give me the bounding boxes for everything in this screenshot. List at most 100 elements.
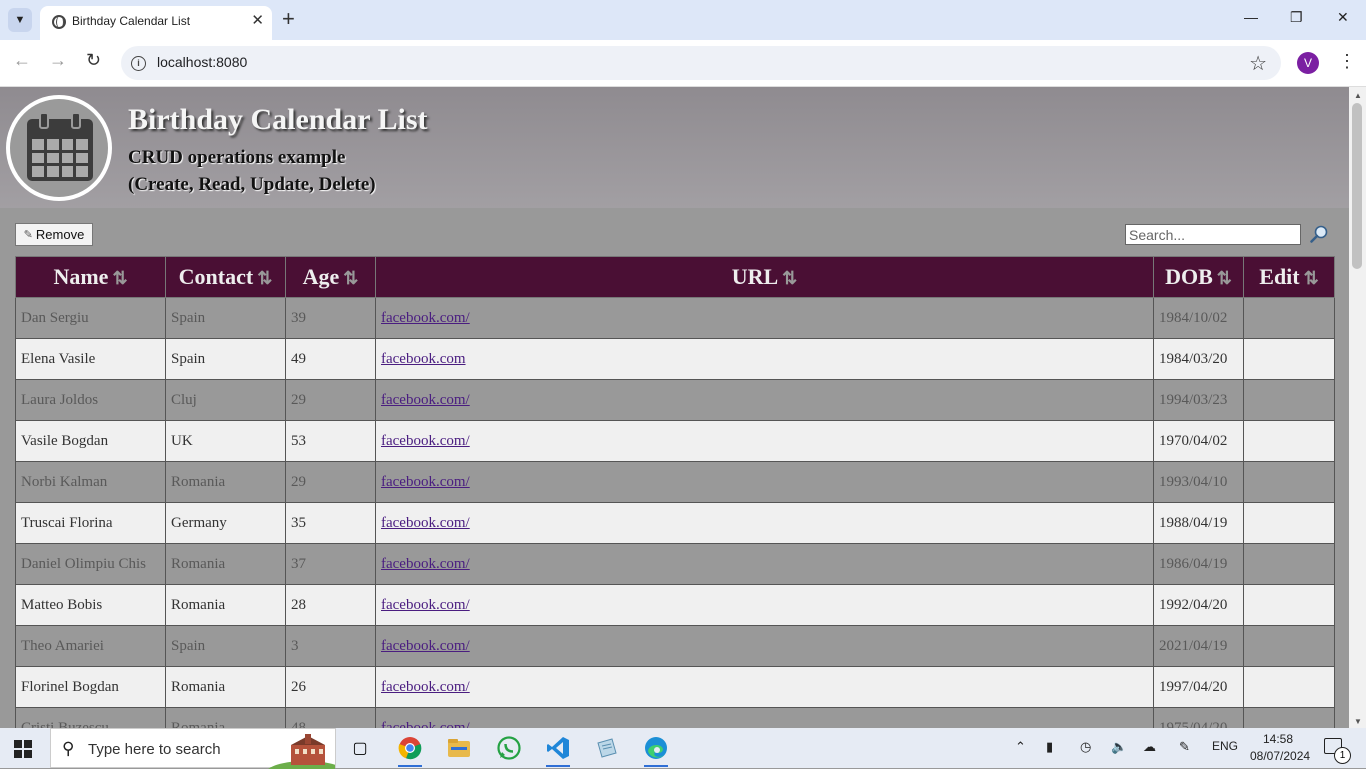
cell-age: 3 [285,625,376,667]
cell-url: facebook.com/ [375,297,1154,339]
column-header-url[interactable]: URL ⇅ [375,256,1154,298]
whatsapp-icon[interactable] [495,734,523,762]
remove-button[interactable]: ✎ Remove [15,223,93,246]
cell-name: Theo Amariei [15,625,166,667]
volume-icon[interactable]: 🔈 [1111,739,1127,755]
cell-age: 53 [285,420,376,462]
table-row[interactable]: Norbi Kalman Romania 29 facebook.com/1993/0… [15,461,1335,503]
cell-url: facebook.com/ [375,666,1154,708]
table-row[interactable]: Daniel Olimpiu Chis Romania 37 facebook.com… [15,543,1335,585]
pencil-icon: ✎ [23,229,33,241]
task-view-icon[interactable]: ▢ [346,734,374,762]
cell-edit[interactable] [1243,584,1335,626]
edge-icon[interactable] [642,734,670,767]
onedrive-icon[interactable]: ☁ [1143,739,1156,755]
table-row[interactable]: Dan Sergiu Spain 39 facebook.com/1984/10/02 [15,297,1335,339]
restore-button[interactable]: ❐ [1290,9,1303,26]
profile-link[interactable]: facebook.com/ [381,597,470,613]
wifi-icon[interactable]: ◷ [1080,739,1091,755]
bookmark-star-icon[interactable]: ☆ [1249,51,1267,76]
table-row[interactable]: Matteo Bobis Romania 28 facebook.com/1992/0… [15,584,1335,626]
cell-dob: 1986/04/19 [1153,543,1244,585]
profile-link[interactable]: facebook.com/ [381,433,470,449]
profile-link[interactable]: facebook.com/ [381,556,470,572]
table-row[interactable]: Laura Joldos Cluj 29 facebook.com/1994/03/2… [15,379,1335,421]
column-header-contact[interactable]: Contact ⇅ [165,256,286,298]
cell-dob: 1975/04/20 [1153,707,1244,728]
battery-icon[interactable]: ▮ [1046,739,1053,755]
cell-dob: 1994/03/23 [1153,379,1244,421]
cell-url: facebook.com/ [375,584,1154,626]
profile-link[interactable]: facebook.com/ [381,515,470,531]
notepad-icon[interactable] [593,734,621,762]
clock[interactable]: 14:58 08/07/2024 [1250,731,1310,765]
cell-edit[interactable] [1243,707,1335,728]
profile-link[interactable]: facebook.com/ [381,638,470,654]
cell-contact: Romania [165,584,286,626]
tab-search-button[interactable]: ▼ [8,8,32,32]
new-tab-button[interactable]: + [282,8,295,30]
table-row[interactable]: Cristi Buzescu Romania 48 facebook.com/1975… [15,707,1335,729]
pen-icon[interactable]: ✎ [1179,739,1190,755]
column-header-age[interactable]: Age ⇅ [285,256,376,298]
cell-edit[interactable] [1243,666,1335,708]
close-window-button[interactable]: ✕ [1337,9,1349,26]
column-header-dob[interactable]: DOB ⇅ [1153,256,1244,298]
cell-edit[interactable] [1243,338,1335,380]
cell-edit[interactable] [1243,297,1335,339]
table-row[interactable]: Elena Vasile Spain 49 facebook.com 1984/03/2… [15,338,1335,380]
cell-contact: UK [165,420,286,462]
page-scrollbar[interactable]: ▲ ▼ [1349,87,1366,728]
vscode-icon[interactable] [544,734,572,767]
scroll-thumb[interactable] [1352,103,1362,269]
column-header-edit[interactable]: Edit ⇅ [1243,256,1335,298]
cell-dob: 1997/04/20 [1153,666,1244,708]
table-row[interactable]: Theo Amariei Spain 3 facebook.com/2021/04/1… [15,625,1335,667]
taskbar-search-box[interactable]: ⚲ Type here to search [50,728,336,769]
file-explorer-icon[interactable] [445,734,473,762]
sort-icon: ⇅ [1216,268,1232,288]
scroll-down-arrow[interactable]: ▼ [1354,717,1362,726]
cell-edit[interactable] [1243,625,1335,667]
back-button[interactable]: ← [13,50,31,71]
cell-contact: Romania [165,543,286,585]
profile-link[interactable]: facebook.com [381,351,466,367]
cell-url: facebook.com [375,338,1154,380]
table-row[interactable]: Florinel Bogdan Romania 26 facebook.com/199… [15,666,1335,708]
windows-start-icon[interactable] [14,740,32,758]
browser-tab[interactable]: Birthday Calendar List ✕ [40,6,272,40]
cell-age: 28 [285,584,376,626]
cell-edit[interactable] [1243,461,1335,503]
profile-link[interactable]: facebook.com/ [381,474,470,490]
search-icon[interactable] [1310,225,1328,243]
table-row[interactable]: Truscai Florina Germany 35 facebook.com/198… [15,502,1335,544]
tab-close-icon[interactable]: ✕ [251,11,264,29]
column-header-name[interactable]: Name ⇅ [15,256,166,298]
cell-edit[interactable] [1243,379,1335,421]
cell-url: facebook.com/ [375,502,1154,544]
minimize-button[interactable]: — [1244,9,1258,25]
sort-icon: ⇅ [343,268,359,288]
reload-button[interactable]: ↻ [86,50,101,71]
forward-button[interactable]: → [49,50,67,71]
cell-edit[interactable] [1243,502,1335,544]
profile-link[interactable]: facebook.com/ [381,310,470,326]
table-row[interactable]: Vasile Bogdan UK 53 facebook.com/1970/04/02 [15,420,1335,462]
profile-link[interactable]: facebook.com/ [381,679,470,695]
cell-edit[interactable] [1243,420,1335,462]
address-bar[interactable]: i localhost:8080 ☆ [121,46,1281,80]
profile-avatar[interactable]: V [1297,52,1319,74]
info-icon[interactable]: i [131,56,146,71]
profile-link[interactable]: facebook.com/ [381,720,470,729]
search-input[interactable] [1125,224,1301,245]
chrome-icon[interactable] [396,734,424,767]
profile-link[interactable]: facebook.com/ [381,392,470,408]
browser-menu-icon[interactable]: ⋮ [1338,51,1356,72]
language-indicator[interactable]: ENG [1212,739,1238,753]
tray-overflow-icon[interactable]: ⌃ [1015,739,1026,755]
cell-age: 37 [285,543,376,585]
scroll-up-arrow[interactable]: ▲ [1354,91,1362,100]
cell-edit[interactable] [1243,543,1335,585]
url-text[interactable]: localhost:8080 [157,54,247,70]
cell-contact: Spain [165,338,286,380]
